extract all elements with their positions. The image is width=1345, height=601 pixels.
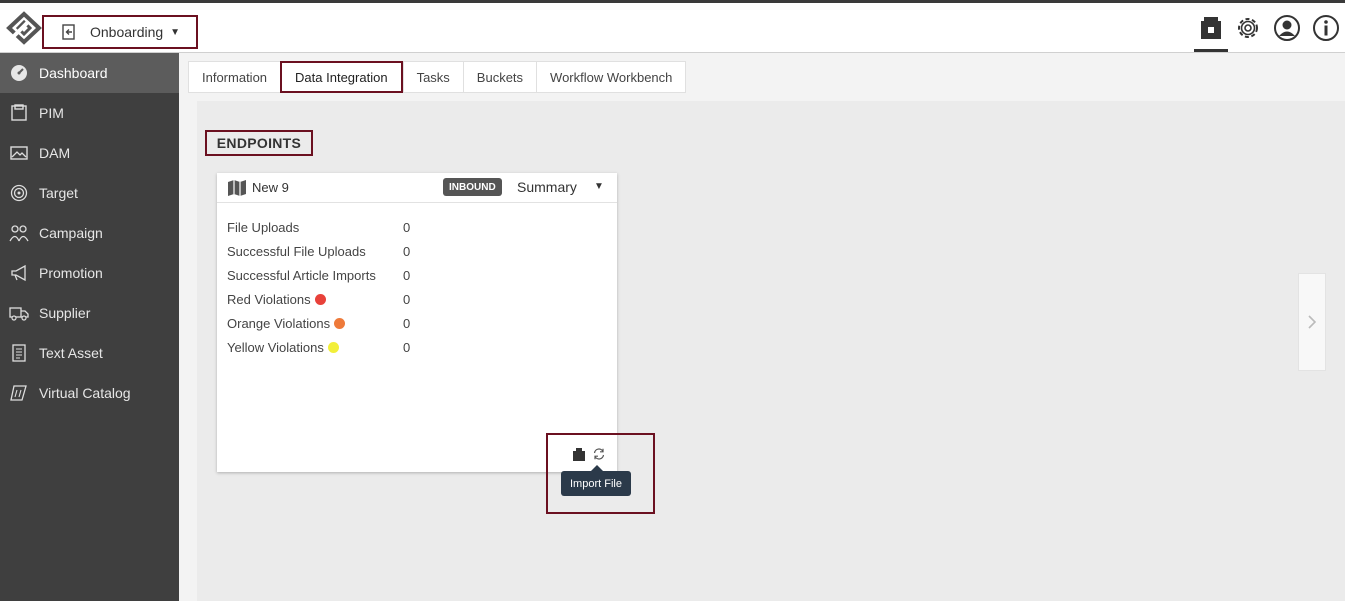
sidebar-item-text-asset[interactable]: Text Asset [0,333,179,373]
sidebar-item-label: PIM [39,105,64,121]
sidebar-item-dam[interactable]: DAM [0,133,179,173]
stat-row: Orange Violations 0 [227,311,410,335]
sidebar: Dashboard PIM DAM Target Campaign Promot… [0,53,179,601]
tab-information[interactable]: Information [188,61,281,93]
stat-label: Orange Violations [227,315,331,331]
stat-value: 0 [403,219,411,235]
next-endpoint-button[interactable] [1298,273,1326,371]
document-icon [9,343,29,363]
stat-row: Successful File Uploads 0 [227,239,410,263]
inbox-icon[interactable] [1196,13,1226,43]
stat-label-wrap: Orange Violations [227,316,403,331]
catalog-icon [9,383,29,403]
stat-label: File Uploads [227,219,300,235]
app-logo-icon[interactable] [4,11,44,45]
direction-badge: INBOUND [443,178,502,196]
endpoint-card: New 9 INBOUND Summary ▼ File Uploads 0 S… [217,173,617,472]
orange-dot-icon [334,317,346,329]
sidebar-item-target[interactable]: Target [0,173,179,213]
endpoint-name: New 9 [252,180,289,195]
megaphone-icon [9,263,29,283]
stat-label-wrap: Yellow Violations [227,340,403,355]
stat-row: Yellow Violations 0 [227,335,410,359]
sidebar-item-label: Campaign [39,225,103,241]
active-indicator [1194,49,1228,52]
sidebar-item-label: Text Asset [39,345,103,361]
stat-label: Red Violations [227,291,311,307]
sidebar-item-pim[interactable]: PIM [0,93,179,133]
stat-row: Red Violations 0 [227,287,410,311]
tab-data-integration[interactable]: Data Integration [280,61,403,93]
chevron-right-icon [1308,315,1317,329]
stat-label: Yellow Violations [227,339,324,355]
module-selector[interactable]: Onboarding ▼ [42,15,198,49]
stat-label-wrap: Red Violations [227,292,403,307]
tab-content: ENDPOINTS New 9 INBOUND Summary ▼ File U… [197,101,1345,601]
sidebar-item-label: Virtual Catalog [39,385,131,401]
sidebar-item-supplier[interactable]: Supplier [0,293,179,333]
stat-label: Successful Article Imports [227,267,376,283]
tab-buckets[interactable]: Buckets [462,61,537,93]
sidebar-item-label: Supplier [39,305,91,321]
stat-value: 0 [403,339,411,355]
yellow-dot-icon [327,341,339,353]
tab-tasks[interactable]: Tasks [402,61,463,93]
user-icon[interactable] [1272,13,1302,43]
sidebar-item-virtual-catalog[interactable]: Virtual Catalog [0,373,179,413]
app-header: Onboarding ▼ [0,3,1345,53]
main-area: Information Data Integration Tasks Bucke… [179,53,1345,601]
sidebar-item-label: Dashboard [39,65,108,81]
info-icon[interactable] [1311,13,1341,43]
import-file-tooltip: Import File [561,465,631,496]
tab-bar: Information Data Integration Tasks Bucke… [188,61,687,93]
sidebar-item-campaign[interactable]: Campaign [0,213,179,253]
stat-value: 0 [403,315,411,331]
stat-label: Successful File Uploads [227,243,366,259]
campaign-icon [9,223,29,243]
stat-value: 0 [403,267,411,283]
truck-icon [9,303,29,323]
stat-value: 0 [403,243,411,259]
module-label: Onboarding [90,24,164,40]
image-icon [9,143,29,163]
stats-list: File Uploads 0 Successful File Uploads 0… [227,215,410,359]
pim-icon [9,103,29,123]
dashboard-icon [9,63,29,83]
caret-down-icon[interactable]: ▼ [594,181,604,192]
sidebar-item-dashboard[interactable]: Dashboard [0,53,179,93]
onboarding-icon [62,24,75,40]
sidebar-item-promotion[interactable]: Promotion [0,253,179,293]
target-icon [9,183,29,203]
sidebar-item-label: Target [39,185,78,201]
stat-row: File Uploads 0 [227,215,410,239]
chevron-down-icon: ▼ [170,26,181,38]
tab-workflow-workbench[interactable]: Workflow Workbench [536,61,687,93]
stat-row: Successful Article Imports 0 [227,263,410,287]
sidebar-item-label: Promotion [39,265,103,281]
section-title: ENDPOINTS [205,130,313,156]
view-select[interactable]: Summary [517,179,577,195]
map-icon [228,179,246,196]
red-dot-icon [314,293,326,305]
endpoint-card-header: New 9 INBOUND Summary ▼ [217,173,617,203]
stat-value: 0 [403,291,411,307]
gear-icon[interactable] [1233,13,1263,43]
sidebar-item-label: DAM [39,145,71,161]
